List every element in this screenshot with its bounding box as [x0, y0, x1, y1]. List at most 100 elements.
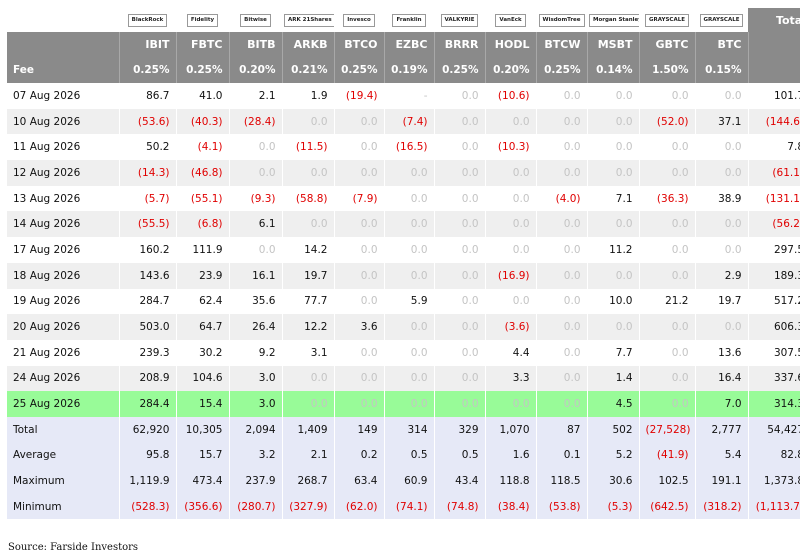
row-date: 25 Aug 2026 — [7, 391, 119, 417]
flow-cell: 0.0 — [694, 237, 748, 263]
fee-value: 0.20% — [228, 57, 282, 83]
ticker-header: BTCO — [333, 32, 384, 57]
flow-cell: 0.0 — [694, 83, 748, 109]
flow-cell: 0.0 — [433, 134, 485, 161]
flow-cell: 0.0 — [281, 211, 334, 238]
flow-cell: 0.0 — [484, 288, 536, 315]
total-header-spacer — [747, 32, 800, 57]
row-date: 18 Aug 2026 — [7, 262, 119, 289]
ticker-header: EZBC — [383, 32, 434, 57]
flow-cell: 7.1 — [586, 185, 639, 212]
ticker-header: BITB — [228, 32, 282, 57]
flow-cell: 19.7 — [694, 288, 748, 315]
flow-cell: 0.0 — [228, 134, 282, 161]
fee-value: 0.25% — [535, 57, 587, 83]
flow-cell: 0.0 — [433, 339, 485, 366]
flow-cell: (55.1) — [175, 185, 229, 212]
flow-cell: 239.3 — [118, 339, 176, 366]
flow-cell: 0.0 — [484, 237, 536, 263]
ticker-header: HODL — [484, 32, 536, 57]
flow-cell: 0.0 — [535, 262, 587, 289]
summary-cell: 0.1 — [535, 442, 587, 469]
issuer-logo-cell: VALKYRIE — [434, 8, 485, 32]
flow-cell: 0.0 — [638, 339, 695, 366]
issuer-logo-cell: ARK 21Shares — [282, 8, 334, 32]
summary-cell: 329 — [433, 416, 485, 443]
flow-cell: 0.0 — [535, 160, 587, 186]
flow-cell: 104.6 — [175, 365, 229, 392]
fee-label: Fee — [7, 57, 119, 83]
flow-cell: 0.0 — [694, 211, 748, 238]
flow-cell: 0.0 — [228, 160, 282, 186]
flow-cell: 0.0 — [586, 108, 639, 135]
flow-cell: 0.0 — [433, 237, 485, 263]
row-date: 13 Aug 2026 — [7, 185, 119, 212]
fee-value: 0.25% — [433, 57, 485, 83]
issuer-logo-row: BlackRock Fidelity Bitwise ARK 21Shares Inve… — [7, 8, 800, 32]
summary-cell: 118.5 — [535, 468, 587, 494]
issuer-logo-cell: VanEck — [485, 8, 536, 32]
summary-cell: (327.9) — [281, 493, 334, 520]
fee-value: 0.25% — [118, 57, 176, 83]
summary-cell: (38.4) — [484, 493, 536, 520]
summary-cell: 30.6 — [586, 468, 639, 494]
flow-cell: 10.0 — [586, 288, 639, 315]
summary-cell: (528.3) — [118, 493, 176, 520]
flow-cell: 0.0 — [433, 108, 485, 135]
issuer-logo: Invesco — [343, 13, 375, 27]
flow-cell: 0.0 — [638, 262, 695, 289]
flow-cell: 0.0 — [694, 314, 748, 340]
flow-cell: 21.2 — [638, 288, 695, 315]
summary-total: (1,113.7) — [747, 493, 800, 520]
issuer-logo: VanEck — [495, 13, 526, 27]
flow-cell: 0.0 — [383, 160, 434, 186]
flow-cell: (40.3) — [175, 108, 229, 135]
flow-cell: 0.0 — [383, 185, 434, 212]
summary-label: Average — [7, 442, 119, 469]
flow-cell: 0.0 — [638, 365, 695, 392]
flow-cell: 0.0 — [484, 108, 536, 135]
summary-cell: 1.6 — [484, 442, 536, 469]
ticker-header: FBTC — [175, 32, 229, 57]
flow-cell: 13.6 — [694, 339, 748, 366]
summary-cell: 3.2 — [228, 442, 282, 469]
flow-cell: 0.0 — [638, 314, 695, 340]
table-row: 07 Aug 2026 86.7 41.0 2.1 1.9 (19.4) -0.0 (10.6… — [7, 83, 800, 109]
issuer-logo: GRAYSCALE — [645, 13, 689, 27]
flow-cell: 35.6 — [228, 288, 282, 315]
flow-cell: 0.0 — [535, 365, 587, 392]
summary-cell: (27,528) — [638, 416, 695, 443]
flow-cell: 0.0 — [433, 391, 485, 417]
table-row: 19 Aug 2026 284.7 62.4 35.6 77.7 0.0 5.9 0.0 0.0… — [7, 288, 800, 315]
row-date: 19 Aug 2026 — [7, 288, 119, 315]
flow-cell: (46.8) — [175, 160, 229, 186]
summary-cell: 102.5 — [638, 468, 695, 494]
issuer-logo: WisdomTree — [538, 13, 585, 27]
flow-cell: 0.0 — [535, 339, 587, 366]
flow-cell: 16.4 — [694, 365, 748, 392]
table-row: 18 Aug 2026 143.6 23.9 16.1 19.7 0.0 0.0 0.0 (16… — [7, 262, 800, 289]
fee-row: Fee 0.25% 0.25% 0.20% 0.21% 0.25% 0.19% 0.25% 0.… — [7, 57, 800, 83]
flow-cell: 0.0 — [383, 262, 434, 289]
fee-value: 0.25% — [175, 57, 229, 83]
flow-cell: 11.2 — [586, 237, 639, 263]
issuer-logo-cell: Franklin — [384, 8, 434, 32]
row-total: 517.2 — [747, 288, 800, 315]
flow-cell: 16.1 — [228, 262, 282, 289]
ticker-header: BTCW — [535, 32, 587, 57]
flow-cell: 1.4 — [586, 365, 639, 392]
table-row: 24 Aug 2026 208.9 104.6 3.0 0.0 0.0 0.0 0.0 3.3 0… — [7, 365, 800, 392]
summary-cell: 87 — [535, 416, 587, 443]
flow-cell: (16.9) — [484, 262, 536, 289]
flow-cell: 41.0 — [175, 83, 229, 109]
flow-cell: 30.2 — [175, 339, 229, 366]
table-row: 20 Aug 2026 503.0 64.7 26.4 12.2 3.6 0.0 0.0 (3.… — [7, 314, 800, 340]
summary-cell: (53.8) — [535, 493, 587, 520]
summary-cell: 268.7 — [281, 468, 334, 494]
summary-cell: 0.5 — [383, 442, 434, 469]
flow-cell: (52.0) — [638, 108, 695, 135]
row-date: 17 Aug 2026 — [7, 237, 119, 263]
summary-cell: 502 — [586, 416, 639, 443]
flow-cell: 503.0 — [118, 314, 176, 340]
flow-cell: 14.2 — [281, 237, 334, 263]
